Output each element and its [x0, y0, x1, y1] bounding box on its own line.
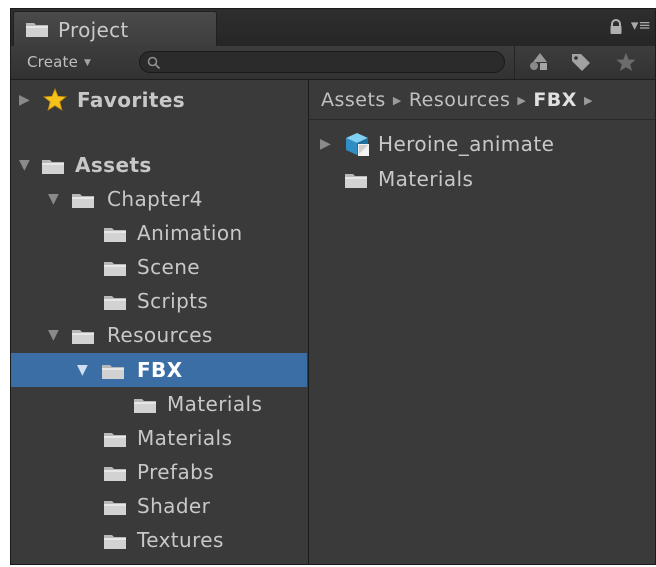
- expand-arrow-icon[interactable]: ▶: [320, 128, 331, 160]
- tree-item-chapter4[interactable]: ▼ Chapter4: [11, 182, 307, 216]
- folder-icon: [101, 361, 125, 385]
- tree-label: Favorites: [77, 88, 186, 112]
- create-label: Create: [27, 53, 79, 71]
- tree-item-scripts[interactable]: Scripts: [11, 284, 307, 318]
- breadcrumb: Assets ▶ Resources ▶ FBX ▶: [309, 80, 655, 120]
- folder-icon: [103, 292, 127, 316]
- tree-label: Prefabs: [137, 460, 215, 484]
- tree-item-scene[interactable]: Scene: [11, 250, 307, 284]
- folder-icon: [103, 497, 127, 521]
- search-icon: [147, 55, 161, 74]
- create-button[interactable]: Create ▼: [27, 50, 91, 74]
- tree-item-animation[interactable]: Animation: [11, 216, 307, 250]
- asset-item-materials[interactable]: Materials: [309, 163, 655, 195]
- asset-label: Heroine_animate: [378, 132, 555, 156]
- breadcrumb-separator-icon: ▶: [583, 94, 593, 107]
- breadcrumb-separator-icon: ▶: [517, 94, 527, 107]
- tree-label: Textures: [137, 528, 224, 552]
- breadcrumb-item[interactable]: FBX: [533, 89, 577, 111]
- tree-label: Assets: [75, 153, 152, 177]
- tag-icon: [572, 54, 590, 71]
- tree-label: Scripts: [137, 289, 209, 313]
- tree-label: FBX: [137, 358, 183, 382]
- breadcrumb-separator-icon: ▶: [392, 94, 402, 107]
- collapse-arrow-icon[interactable]: ▼: [19, 148, 30, 182]
- asset-label: Materials: [378, 167, 474, 191]
- model-prefab-icon: [344, 132, 370, 161]
- collapse-arrow-icon[interactable]: ▼: [48, 182, 59, 216]
- tab-project[interactable]: Project: [13, 11, 217, 46]
- collapse-arrow-icon[interactable]: ▼: [77, 353, 88, 387]
- project-window: Project ▾≡ Create ▼ ▶ Favorites ▼ Assets…: [10, 8, 656, 565]
- favorites-star-icon: [42, 87, 68, 117]
- tree-item-fbx[interactable]: ▼ FBX: [11, 353, 307, 387]
- tree-item-favorites[interactable]: ▶ Favorites: [11, 83, 307, 117]
- tree-label: Chapter4: [107, 187, 203, 211]
- search-field[interactable]: [139, 51, 505, 74]
- collapse-arrow-icon[interactable]: ▼: [48, 318, 59, 352]
- folder-icon: [103, 224, 127, 248]
- folder-icon: [71, 190, 95, 214]
- tab-label: Project: [58, 18, 129, 42]
- tree-item-fbx-materials[interactable]: Materials: [11, 387, 307, 421]
- folder-icon: [41, 156, 65, 180]
- folder-icon: [71, 326, 95, 350]
- folder-icon: [103, 531, 127, 555]
- search-by-type-button[interactable]: [524, 50, 554, 74]
- tree-item-materials[interactable]: Materials: [11, 421, 307, 455]
- toolbar: Create ▼: [11, 46, 655, 80]
- toolbar-divider: [514, 46, 515, 79]
- lock-icon[interactable]: [609, 19, 623, 39]
- shapes-icon: [530, 53, 547, 70]
- tab-bar: Project ▾≡: [11, 9, 655, 47]
- search-input[interactable]: [166, 52, 500, 74]
- tree-item-resources[interactable]: ▼ Resources: [11, 318, 307, 352]
- folder-icon: [344, 170, 368, 194]
- folder-icon: [25, 20, 49, 42]
- folder-icon: [103, 463, 127, 487]
- tree-label: Shader: [137, 494, 211, 518]
- asset-list-pane: Assets ▶ Resources ▶ FBX ▶ ▶ Heroine_animate …: [308, 80, 655, 564]
- tree-item-textures[interactable]: Textures: [11, 523, 307, 557]
- folder-tree: ▶ Favorites ▼ Assets ▼ Chapter4 Animatio…: [11, 80, 307, 564]
- tree-label: Materials: [137, 426, 233, 450]
- asset-item-heroine[interactable]: ▶ Heroine_animate: [309, 128, 655, 161]
- dropdown-arrow-icon: ▼: [84, 58, 92, 68]
- star-icon: [616, 53, 636, 71]
- tree-label: Materials: [167, 392, 263, 416]
- tree-label: Animation: [137, 221, 243, 245]
- folder-icon: [103, 258, 127, 282]
- search-by-label-button[interactable]: [566, 50, 596, 74]
- tree-label: Resources: [107, 323, 213, 347]
- expand-arrow-icon[interactable]: ▶: [19, 83, 30, 117]
- tree-label: Scene: [137, 255, 200, 279]
- breadcrumb-item[interactable]: Resources: [409, 89, 511, 111]
- tree-item-shader[interactable]: Shader: [11, 489, 307, 523]
- window-menu-icon[interactable]: ▾≡: [631, 18, 651, 33]
- folder-icon: [103, 429, 127, 453]
- breadcrumb-item[interactable]: Assets: [321, 89, 386, 111]
- tree-item-assets[interactable]: ▼ Assets: [11, 148, 307, 182]
- folder-icon: [133, 395, 157, 419]
- tree-item-prefabs[interactable]: Prefabs: [11, 455, 307, 489]
- save-search-button[interactable]: [611, 50, 641, 74]
